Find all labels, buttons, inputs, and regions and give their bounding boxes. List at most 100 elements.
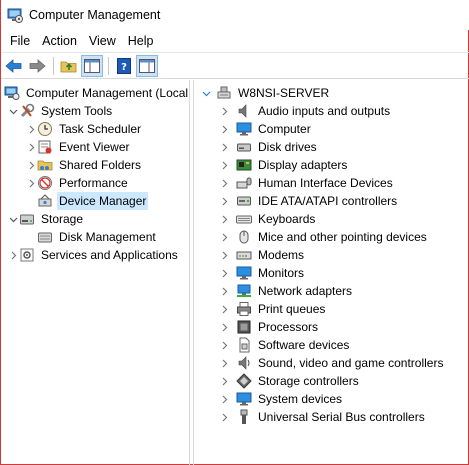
tools-icon [19, 103, 35, 119]
chevron-right-icon[interactable] [218, 282, 230, 300]
device-category-label: Computer [258, 122, 311, 136]
device-category-computer[interactable]: Computer [218, 120, 313, 138]
chevron-right-icon[interactable] [218, 120, 230, 138]
device-category-label: Storage controllers [258, 374, 359, 388]
keyboard-icon [236, 211, 252, 227]
tree-item-shared-folders[interactable]: Shared Folders [25, 156, 143, 174]
tree-item-system-tools[interactable]: System Tools [7, 102, 114, 120]
device-category-software-devices[interactable]: Software devices [218, 336, 351, 354]
chevron-right-icon[interactable] [218, 156, 230, 174]
toolbar-separator [108, 56, 109, 75]
device-category-sound-video[interactable]: Sound, video and game controllers [218, 354, 445, 372]
tree-item-event-viewer[interactable]: Event Viewer [25, 138, 131, 156]
tree-label: Computer Management (Local [26, 86, 189, 100]
device-category-label: Mice and other pointing devices [258, 230, 427, 244]
chevron-right-icon[interactable] [218, 246, 230, 264]
forward-button[interactable] [26, 55, 48, 77]
storage-icon [19, 211, 35, 227]
device-category-label: Network adapters [258, 284, 353, 298]
usb-icon [236, 409, 252, 425]
up-one-level-button[interactable] [58, 55, 80, 77]
tree-item-storage[interactable]: Storage [7, 210, 85, 228]
menu-file[interactable]: File [4, 31, 36, 51]
chevron-down-icon[interactable] [7, 210, 19, 228]
help-book-icon: ? [117, 57, 131, 74]
tree-label: Storage [41, 212, 84, 226]
device-category-storage-controllers[interactable]: Storage controllers [218, 372, 361, 390]
chevron-right-icon[interactable] [218, 102, 230, 120]
computer-management-icon [7, 7, 24, 24]
device-category-usb[interactable]: Universal Serial Bus controllers [218, 408, 427, 426]
chevron-right-icon[interactable] [218, 336, 230, 354]
device-category-print-queues[interactable]: Print queues [218, 300, 327, 318]
chevron-right-icon[interactable] [25, 138, 37, 156]
device-manager-icon [37, 193, 53, 209]
device-category-network-adapters[interactable]: Network adapters [218, 282, 354, 300]
device-category-processors[interactable]: Processors [218, 318, 320, 336]
device-category-modems[interactable]: Modems [218, 246, 306, 264]
monitor-icon [236, 265, 252, 281]
chevron-right-icon[interactable] [218, 408, 230, 426]
device-category-display-adapters[interactable]: Display adapters [218, 156, 349, 174]
menu-help[interactable]: Help [122, 31, 160, 51]
back-arrow-icon [5, 58, 22, 73]
chevron-right-icon[interactable] [218, 192, 230, 210]
chevron-right-icon[interactable] [218, 264, 230, 282]
title-bar: Computer Management [1, 0, 469, 30]
services-icon [19, 247, 35, 263]
device-category-label: Processors [258, 320, 319, 334]
tree-item-task-scheduler[interactable]: Task Scheduler [25, 120, 143, 138]
show-hide-action-pane-button[interactable] [136, 54, 158, 77]
device-category-mice[interactable]: Mice and other pointing devices [218, 228, 429, 246]
chevron-right-icon[interactable] [25, 120, 37, 138]
back-button[interactable] [3, 55, 25, 77]
performance-icon [37, 175, 53, 191]
device-category-label: Human Interface Devices [258, 176, 393, 190]
svg-text:?: ? [121, 62, 127, 73]
tree-label: System Tools [41, 104, 113, 118]
menu-view[interactable]: View [83, 31, 122, 51]
chevron-right-icon[interactable] [218, 300, 230, 318]
shared-folder-icon [37, 157, 53, 173]
device-category-ide-ata[interactable]: IDE ATA/ATAPI controllers [218, 192, 399, 210]
folder-up-icon [60, 61, 77, 72]
chevron-right-icon[interactable] [218, 354, 230, 372]
tree-item-device-manager[interactable]: Device Manager [37, 192, 149, 210]
tree-item-performance[interactable]: Performance [25, 174, 130, 192]
tree-item-computer-management[interactable]: Computer Management (Local [4, 84, 189, 102]
server-computer-icon [216, 85, 232, 101]
chevron-right-icon[interactable] [218, 210, 230, 228]
chevron-right-icon[interactable] [25, 156, 37, 174]
tree-item-services-and-applications[interactable]: Services and Applications [7, 246, 180, 264]
chevron-down-icon[interactable] [200, 84, 212, 102]
device-category-keyboards[interactable]: Keyboards [218, 210, 317, 228]
chevron-right-icon[interactable] [218, 372, 230, 390]
device-category-label: Audio inputs and outputs [258, 104, 391, 118]
mouse-icon [236, 229, 252, 245]
chevron-right-icon[interactable] [25, 174, 37, 192]
chevron-right-icon[interactable] [218, 228, 230, 246]
device-category-monitors[interactable]: Monitors [218, 264, 306, 282]
chevron-right-icon[interactable] [7, 246, 19, 264]
tree-label: Event Viewer [59, 140, 130, 154]
device-category-disk-drives[interactable]: Disk drives [218, 138, 319, 156]
device-category-audio[interactable]: Audio inputs and outputs [218, 102, 392, 120]
menu-action[interactable]: Action [36, 31, 83, 51]
device-category-label: Print queues [258, 302, 326, 316]
chevron-right-icon[interactable] [218, 318, 230, 336]
device-category-system-devices[interactable]: System devices [218, 390, 344, 408]
tree-item-disk-management[interactable]: Disk Management [37, 228, 158, 246]
menu-bar: File Action View Help [1, 31, 469, 51]
device-category-hid[interactable]: Human Interface Devices [218, 174, 395, 192]
device-tree: W8NSI-SERVER Audio inputs and outputs Co… [193, 80, 469, 465]
chevron-right-icon[interactable] [218, 174, 230, 192]
chevron-right-icon[interactable] [218, 138, 230, 156]
chevron-right-icon[interactable] [218, 390, 230, 408]
device-tree-root[interactable]: W8NSI-SERVER [200, 84, 331, 102]
device-category-label: Disk drives [258, 140, 317, 154]
chevron-down-icon[interactable] [7, 102, 19, 120]
device-category-label: Software devices [258, 338, 350, 352]
device-category-label: Universal Serial Bus controllers [258, 410, 425, 424]
help-button[interactable]: ? [113, 55, 135, 77]
show-hide-console-tree-button[interactable] [81, 54, 103, 77]
